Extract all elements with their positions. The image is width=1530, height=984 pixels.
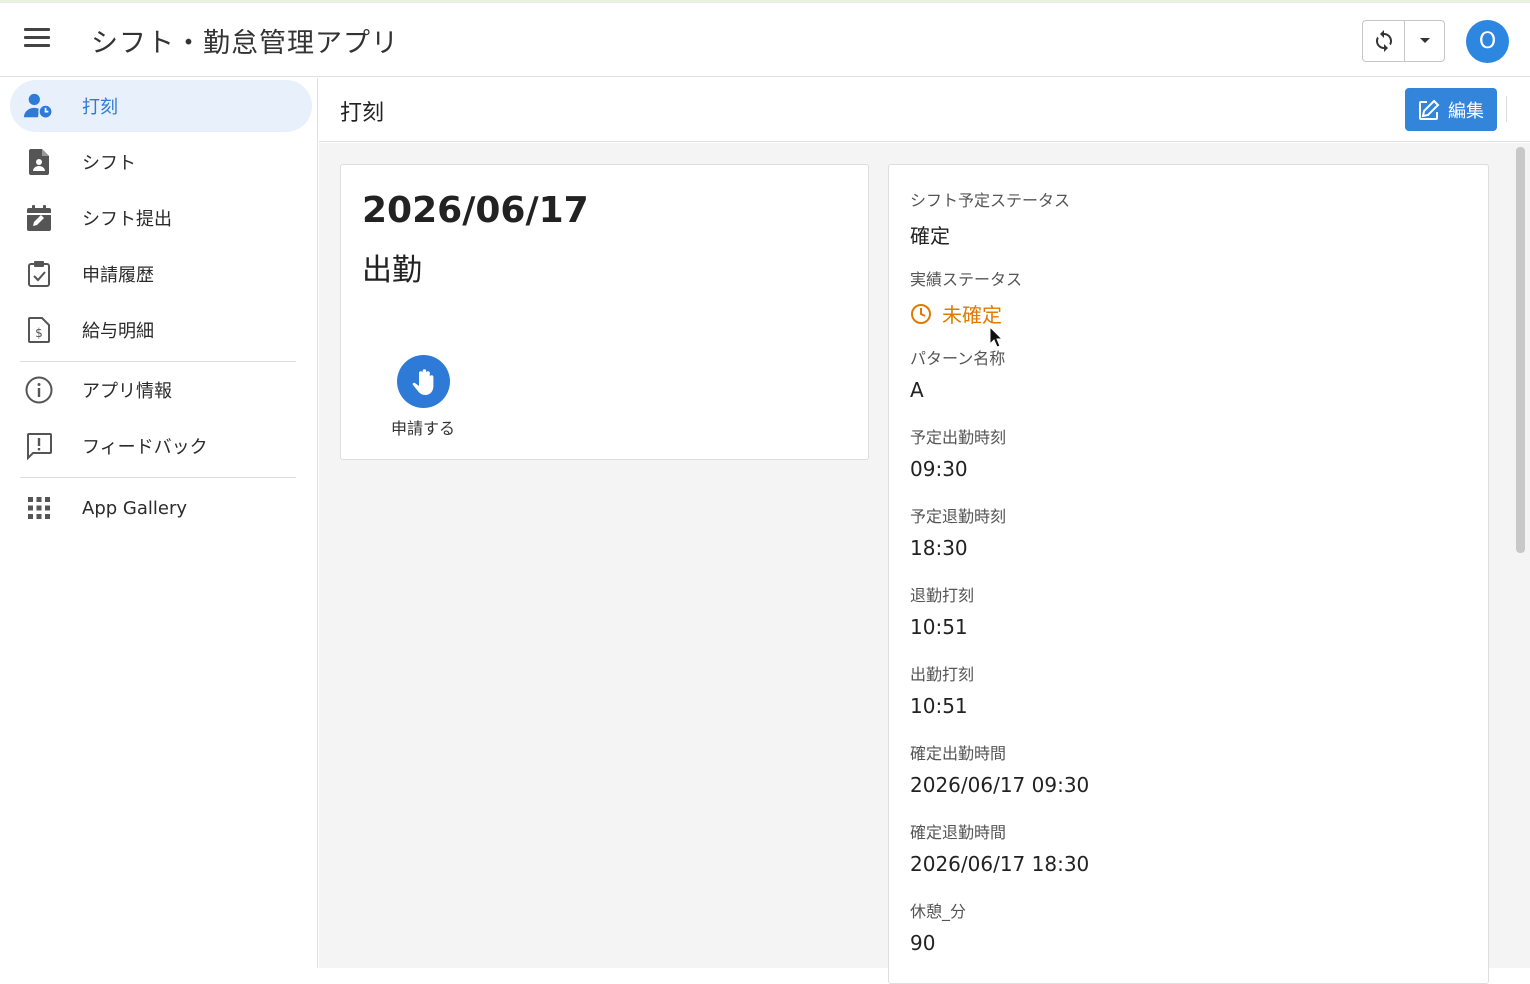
sidebar-item-app-info[interactable]: アプリ情報 [10, 364, 312, 416]
feedback-icon [24, 431, 54, 461]
document-person-icon [24, 147, 54, 177]
details-card: シフト予定ステータス 確定 実績ステータス 未確定 パターン名称 A 予定出勤時… [888, 164, 1489, 984]
detail-label: 確定出勤時間 [910, 744, 1007, 763]
detail-value-status: 未確定 [910, 299, 1022, 328]
sidebar: 打刻 シフト シフト提出 申請履歴 $ 給与明細 アプリ情報 フィードバック A… [0, 78, 318, 968]
caret-down-icon [1419, 38, 1430, 43]
detail-label: 退勤打刻 [910, 586, 975, 605]
sync-dropdown-button[interactable] [1405, 21, 1444, 61]
detail-value: 2026/06/17 09:30 [910, 773, 1090, 797]
summary-card: 2026/06/17 出勤 申請する [340, 164, 869, 460]
hamburger-menu-icon[interactable] [24, 28, 52, 50]
sidebar-item-feedback[interactable]: フィードバック [10, 420, 312, 472]
sidebar-item-label: 申請履歴 [82, 265, 154, 286]
detail-field: 退勤打刻 10:51 [910, 582, 974, 639]
clipboard-check-icon [24, 259, 54, 289]
sync-button[interactable] [1363, 21, 1405, 61]
detail-field: 確定退勤時間 2026/06/17 18:30 [910, 819, 1089, 876]
mouse-cursor-icon [989, 326, 1003, 348]
content-header: 打刻 編集 [319, 78, 1530, 142]
sidebar-item-label: シフト提出 [82, 209, 172, 230]
card-status: 出勤 [362, 253, 422, 288]
clock-icon [911, 303, 931, 324]
detail-field: 確定出勤時間 2026/06/17 09:30 [910, 740, 1089, 797]
detail-label: 実績ステータス [910, 270, 1023, 289]
sidebar-item-label: シフト [82, 153, 136, 174]
info-icon [24, 375, 54, 405]
detail-field: 出勤打刻 10:51 [910, 661, 974, 718]
detail-field: 予定出勤時刻 09:30 [910, 424, 1006, 481]
sync-button-group [1362, 20, 1445, 62]
sidebar-item-shift-submit[interactable]: シフト提出 [10, 192, 312, 244]
calendar-edit-icon [24, 203, 54, 233]
detail-value: 確定 [910, 224, 950, 248]
receipt-dollar-icon: $ [24, 315, 54, 345]
detail-label: パターン名称 [910, 349, 1006, 368]
sync-icon [1375, 30, 1392, 52]
app-header: シフト・勤怠管理アプリ O [0, 3, 1530, 77]
detail-value: 09:30 [910, 457, 968, 481]
card-date: 2026/06/17 [362, 190, 589, 231]
edit-icon [1419, 99, 1440, 120]
sidebar-divider [20, 361, 296, 362]
app-title: シフト・勤怠管理アプリ [91, 28, 399, 59]
sidebar-item-label: フィードバック [82, 437, 208, 458]
edit-button-label: 編集 [1448, 100, 1484, 122]
sidebar-item-app-gallery[interactable]: App Gallery [10, 482, 312, 534]
detail-label: 予定出勤時刻 [910, 428, 1007, 447]
sidebar-item-label: 給与明細 [82, 321, 154, 342]
sidebar-item-history[interactable]: 申請履歴 [10, 248, 312, 300]
detail-value: 18:30 [910, 536, 968, 560]
sidebar-divider [20, 477, 296, 478]
sidebar-item-shift[interactable]: シフト [10, 136, 312, 188]
detail-field: パターン名称 A [910, 345, 1005, 402]
sidebar-item-label: アプリ情報 [82, 381, 172, 402]
edit-button[interactable]: 編集 [1405, 88, 1497, 131]
sidebar-item-label: App Gallery [82, 497, 187, 519]
detail-label: 出勤打刻 [910, 665, 975, 684]
sidebar-item-label: 打刻 [82, 97, 118, 118]
sidebar-item-payslip[interactable]: $ 給与明細 [10, 304, 312, 356]
page-title: 打刻 [340, 101, 385, 126]
detail-value: 10:51 [910, 615, 968, 639]
user-clock-icon [24, 91, 54, 121]
detail-label: 確定退勤時間 [910, 823, 1007, 842]
detail-value: 2026/06/17 18:30 [910, 852, 1090, 876]
main-content: 2026/06/17 出勤 申請する シフト予定ステータス 確定 実績ステータス… [319, 143, 1530, 984]
detail-field: 実績ステータス 未確定 [910, 266, 1022, 328]
grid-icon [24, 493, 54, 523]
detail-field: 休憩_分 90 [910, 898, 966, 955]
detail-label: シフト予定ステータス [910, 191, 1071, 210]
svg-text:$: $ [35, 326, 43, 340]
detail-value: 10:51 [910, 694, 968, 718]
detail-label: 予定退勤時刻 [910, 507, 1007, 526]
apply-button[interactable] [397, 355, 450, 408]
detail-field: 予定退勤時刻 18:30 [910, 503, 1006, 560]
detail-field: シフト予定ステータス 確定 [910, 187, 1070, 249]
scrollbar[interactable] [1516, 147, 1525, 553]
avatar[interactable]: O [1466, 20, 1509, 63]
status-value: 未確定 [942, 303, 1002, 327]
detail-value: 90 [910, 931, 936, 955]
apply-label[interactable]: 申請する [373, 415, 473, 439]
detail-value: A [910, 378, 924, 402]
hand-icon [412, 368, 433, 395]
sidebar-item-timestamp[interactable]: 打刻 [10, 80, 312, 132]
detail-label: 休憩_分 [910, 902, 967, 921]
header-separator [1506, 96, 1507, 122]
